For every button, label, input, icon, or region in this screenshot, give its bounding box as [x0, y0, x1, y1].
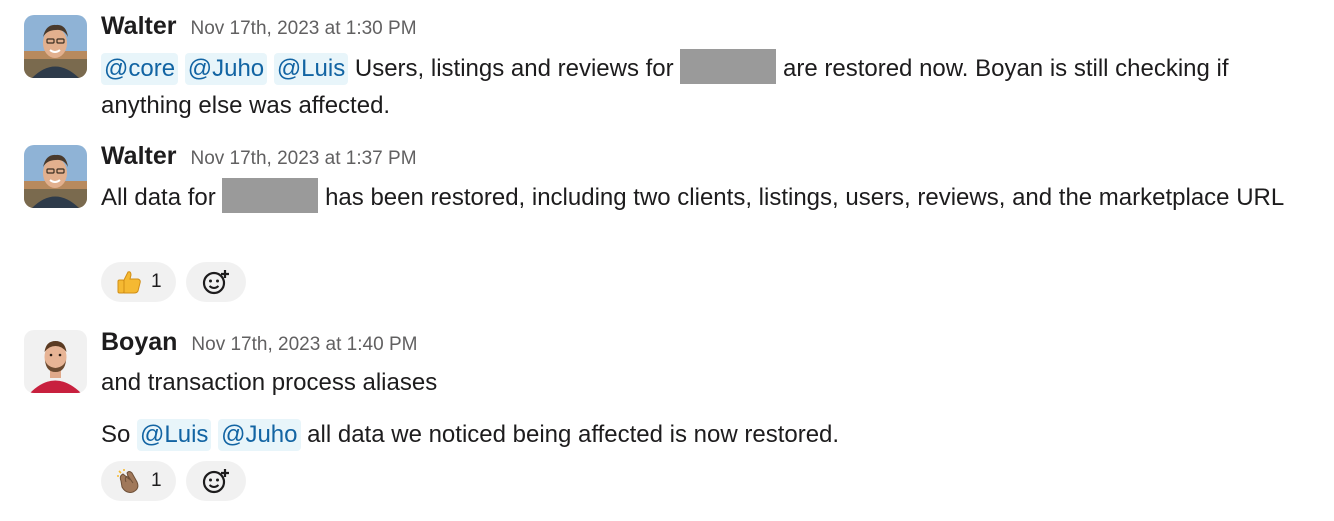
- message-text-part: and transaction process aliases: [101, 369, 438, 396]
- reaction-thumbs-up[interactable]: 1: [101, 262, 176, 302]
- message-text: All data for has been restored, includin…: [101, 178, 1316, 216]
- message-text: and transaction process aliases: [101, 364, 1316, 401]
- boyan-avatar-icon: [24, 330, 87, 393]
- author-name[interactable]: Walter: [101, 142, 176, 171]
- message-timestamp[interactable]: Nov 17th, 2023 at 1:37 PM: [190, 148, 416, 170]
- add-emoji-icon: [202, 469, 229, 494]
- mention-juho[interactable]: @Juho: [218, 419, 301, 451]
- mention-luis[interactable]: @Luis: [137, 419, 212, 451]
- mention-core[interactable]: @core: [101, 53, 179, 85]
- message-timestamp[interactable]: Nov 17th, 2023 at 1:30 PM: [190, 18, 416, 40]
- add-emoji-icon: [202, 270, 229, 295]
- walter-avatar-icon: [24, 145, 87, 208]
- boyan-avatar[interactable]: [24, 330, 87, 393]
- message-feed: Walter Nov 17th, 2023 at 1:30 PM @core @…: [0, 0, 1334, 521]
- message-text-part: all data we noticed being affected is no…: [307, 421, 840, 448]
- message-text-part: All data for: [101, 184, 216, 211]
- reaction-bar: 1: [101, 461, 246, 501]
- message-header: Boyan Nov 17th, 2023 at 1:40 PM: [101, 328, 417, 357]
- author-name[interactable]: Boyan: [101, 328, 177, 357]
- walter-avatar-icon: [24, 15, 87, 78]
- reaction-count: 1: [151, 470, 162, 491]
- add-reaction-button[interactable]: [185, 262, 246, 302]
- clapping-hands-icon: [115, 467, 143, 495]
- walter-avatar[interactable]: [24, 15, 87, 78]
- message-text-part: So: [101, 421, 131, 448]
- walter-avatar[interactable]: [24, 145, 87, 208]
- redacted-block: [680, 49, 777, 84]
- message-timestamp[interactable]: Nov 17th, 2023 at 1:40 PM: [191, 334, 417, 356]
- mention-luis[interactable]: @Luis: [273, 53, 349, 85]
- message-text: @core @Juho @Luis Users, listings and re…: [101, 49, 1316, 124]
- add-reaction-button[interactable]: [185, 461, 246, 501]
- message-text: So @Luis @Juho all data we noticed being…: [101, 416, 1316, 453]
- message-header: Walter Nov 17th, 2023 at 1:37 PM: [101, 142, 417, 171]
- mention-juho[interactable]: @Juho: [184, 53, 268, 85]
- author-name[interactable]: Walter: [101, 12, 176, 41]
- reaction-clapping-hands[interactable]: 1: [101, 461, 176, 501]
- reaction-count: 1: [151, 271, 162, 292]
- message-text-part: has been restored, including two clients…: [325, 184, 1285, 211]
- reaction-bar: 1: [101, 262, 246, 302]
- thumbs-up-icon: [115, 268, 143, 296]
- message-header: Walter Nov 17th, 2023 at 1:30 PM: [101, 12, 417, 41]
- message-text-part: Users, listings and reviews for: [354, 55, 674, 82]
- redacted-block: [222, 178, 319, 213]
